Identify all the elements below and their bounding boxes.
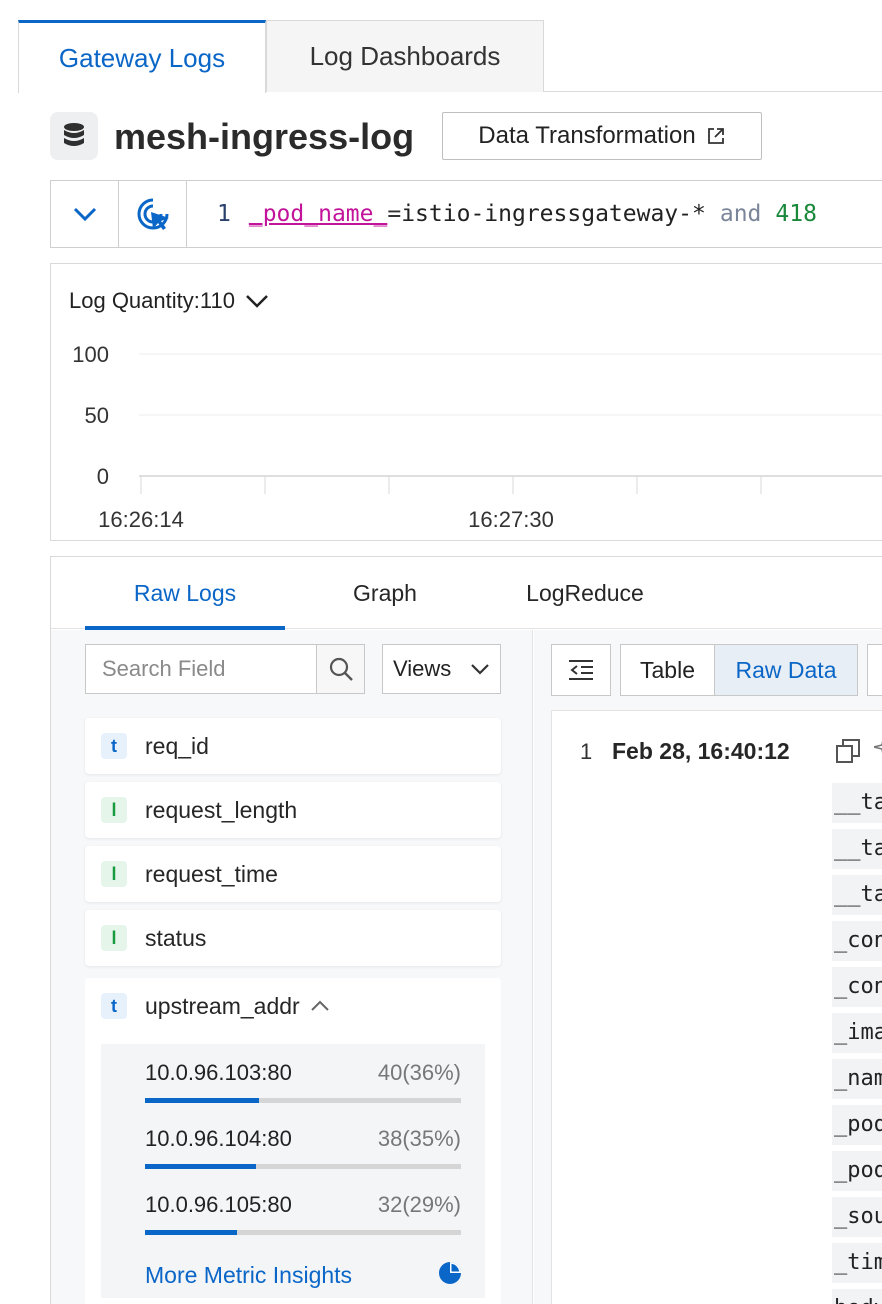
top-tabs: Gateway Logs Log Dashboards [18, 20, 882, 93]
collapse-list-icon [569, 660, 593, 680]
log-index: 1 [580, 739, 593, 764]
log-field-key: __ta [832, 829, 882, 869]
log-field-key: _con [832, 967, 882, 1007]
chevron-down-icon [73, 207, 96, 222]
log-histogram-chart[interactable]: 050100 16:26:1416:27:3016:2 [51, 264, 882, 542]
field-item[interactable]: l request_length [85, 782, 501, 838]
x-tick-label: 16:27:30 [468, 507, 554, 532]
field-item[interactable]: t upstream_addr [85, 978, 330, 1034]
log-histogram-panel: Log Quantity:110 0 50 100 16:26:14 16:27:30… [50, 263, 882, 541]
sparkle-icon[interactable] [874, 733, 882, 767]
field-search [85, 644, 365, 694]
tab-raw-logs[interactable]: Raw Logs [85, 557, 285, 630]
page-title: mesh-ingress-log [114, 116, 415, 157]
result-tabs: Raw Logs Graph LogReduce [51, 557, 882, 630]
y-tick-label: 100 [72, 342, 109, 367]
log-field-key: _pod [832, 1151, 882, 1191]
query-bar: 1 _pod_name_ = istio-ingressgateway-* an… [50, 180, 882, 248]
text-type-badge: t [101, 993, 127, 1019]
field-name: req_id [145, 732, 209, 759]
query-keyword: and [719, 201, 762, 227]
value-bar-fill [145, 1098, 259, 1103]
log-field-key: body [832, 1289, 882, 1304]
field-item[interactable]: l request_time [85, 846, 501, 902]
field-item[interactable]: t req_id [85, 718, 501, 774]
long-type-badge: l [101, 797, 127, 823]
y-tick-label: 50 [85, 403, 109, 428]
history-dropdown-button[interactable] [51, 181, 119, 247]
cursor-click-icon [137, 198, 169, 230]
views-label: Views [393, 656, 452, 681]
query-number: 418 [775, 201, 817, 227]
external-link-icon [707, 128, 724, 144]
copy-icon[interactable] [834, 737, 862, 765]
long-type-badge: l [101, 861, 127, 887]
value-bar [145, 1230, 461, 1235]
search-field-input[interactable] [86, 645, 316, 693]
collapse-sidebar-button[interactable] [551, 644, 611, 696]
database-icon [50, 112, 98, 160]
raw-data-view-button[interactable]: Raw Data [715, 645, 857, 695]
y-tick-label: 0 [97, 464, 109, 489]
log-viewer: Table Raw Data 1 Feb 28, 16:40:12 __ta _… [534, 630, 882, 1304]
query-field: _pod_name_ [248, 201, 388, 227]
data-transformation-button[interactable]: Data Transformation [442, 112, 762, 160]
results-panel: Raw Logs Graph LogReduce Views t req_id [50, 556, 882, 1304]
log-field-key: _nam [832, 1059, 882, 1099]
field-name: status [145, 924, 207, 951]
log-field-key: _pod [832, 1105, 882, 1145]
log-field-key: _con [832, 921, 882, 961]
data-transformation-label: Data Transformation [478, 122, 696, 149]
chevron-down-icon [471, 664, 489, 675]
views-select[interactable]: Views [382, 644, 501, 694]
table-view-button[interactable]: Table [621, 645, 715, 695]
query-editor[interactable]: 1 _pod_name_ = istio-ingressgateway-* an… [187, 181, 817, 247]
value-bar [145, 1098, 461, 1103]
log-field-key: _ima [832, 1013, 882, 1053]
log-field-key: _tim [832, 1243, 882, 1283]
search-button[interactable] [316, 645, 364, 693]
field-name: request_length [145, 796, 298, 823]
value-bar-fill [145, 1230, 237, 1235]
search-icon [329, 657, 353, 681]
tab-logreduce[interactable]: LogReduce [485, 557, 685, 629]
value-label: 10.0.96.105:80 [145, 1192, 292, 1217]
value-bar-fill [145, 1164, 256, 1169]
field-sidebar: Views t req_id l request_length l reques… [51, 630, 533, 1304]
query-value: istio-ingressgateway-* [401, 201, 706, 227]
field-name: request_time [145, 860, 278, 887]
x-tick-label: 16:26:14 [98, 507, 184, 532]
chevron-up-icon [310, 1000, 329, 1011]
expanded-field-upstream-addr: t upstream_addr 10.0.96.103:80 40(36%) 1… [85, 978, 501, 1304]
long-type-badge: l [101, 925, 127, 951]
log-field-key: __ta [832, 783, 882, 823]
tab-graph[interactable]: Graph [285, 557, 485, 629]
value-count: 40(36%) [377, 1060, 461, 1085]
value-label: 10.0.96.104:80 [145, 1126, 292, 1151]
value-count: 32(29%) [377, 1192, 461, 1217]
log-field-key: __ta [832, 875, 882, 915]
tab-raw-logs-label: Raw Logs [133, 579, 237, 606]
log-timestamp: Feb 28, 16:40:12 [612, 738, 790, 764]
text-type-badge: t [101, 733, 127, 759]
more-metric-insights-link[interactable]: More Metric Insights [145, 1262, 352, 1289]
query-assistant-button[interactable] [119, 181, 187, 247]
tab-gateway-logs[interactable]: Gateway Logs [18, 20, 266, 93]
value-count: 38(35%) [377, 1126, 461, 1151]
log-field-key: _sou [832, 1197, 882, 1237]
field-value-distribution: 10.0.96.103:80 40(36%) 10.0.96.104:80 38… [101, 1044, 485, 1298]
view-mode-toggle: Table Raw Data [620, 644, 858, 696]
value-bar [145, 1164, 461, 1169]
line-number: 1 [217, 201, 231, 227]
pie-chart-icon[interactable] [437, 1260, 463, 1286]
field-name: upstream_addr [145, 992, 300, 1019]
tab-log-dashboards[interactable]: Log Dashboards [266, 20, 544, 92]
query-operator: = [387, 201, 402, 227]
more-options-button[interactable] [867, 644, 882, 696]
field-item[interactable]: l status [85, 910, 501, 966]
value-label: 10.0.96.103:80 [145, 1060, 292, 1085]
log-entry: 1 Feb 28, 16:40:12 __ta __ta __ta _con _… [551, 710, 882, 1304]
